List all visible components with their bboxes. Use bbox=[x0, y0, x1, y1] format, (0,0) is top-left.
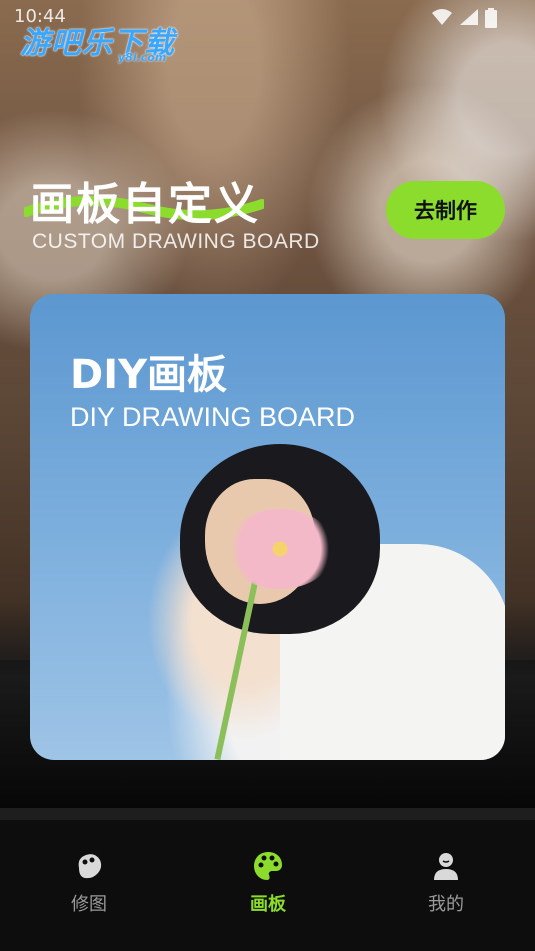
card-title: DIY画板 bbox=[70, 352, 228, 398]
tab-label-photo-edit: 修图 bbox=[71, 894, 107, 915]
hero-title: 画板自定义 bbox=[30, 179, 260, 230]
bottom-tab-bar: 修图 画板 我的 bbox=[0, 820, 535, 951]
status-icons bbox=[431, 8, 497, 28]
tab-photo-edit[interactable]: 修图 bbox=[39, 850, 139, 920]
photo-edit-icon bbox=[78, 854, 102, 879]
watermark-en: y8l.com bbox=[118, 51, 167, 64]
battery-icon bbox=[485, 8, 497, 28]
tab-label-profile: 我的 bbox=[428, 894, 464, 915]
palette-icon bbox=[254, 852, 282, 880]
tab-profile[interactable]: 我的 bbox=[396, 850, 496, 920]
tabbar-divider bbox=[0, 808, 535, 820]
profile-icon bbox=[434, 853, 458, 880]
signal-icon bbox=[460, 9, 478, 25]
watermark-logo: 游吧乐下载 y8l.com bbox=[20, 18, 190, 68]
wifi-icon bbox=[432, 9, 452, 25]
tab-palette[interactable]: 画板 bbox=[218, 850, 318, 920]
card-photo-flower bbox=[225, 509, 335, 589]
hero-subtitle: CUSTOM DRAWING BOARD bbox=[32, 230, 320, 253]
tab-label-palette: 画板 bbox=[250, 894, 286, 915]
card-subtitle: DIY DRAWING BOARD bbox=[70, 402, 356, 432]
make-button[interactable]: 去制作 bbox=[386, 181, 505, 239]
diy-board-card[interactable]: DIY画板 DIY DRAWING BOARD bbox=[30, 294, 505, 760]
